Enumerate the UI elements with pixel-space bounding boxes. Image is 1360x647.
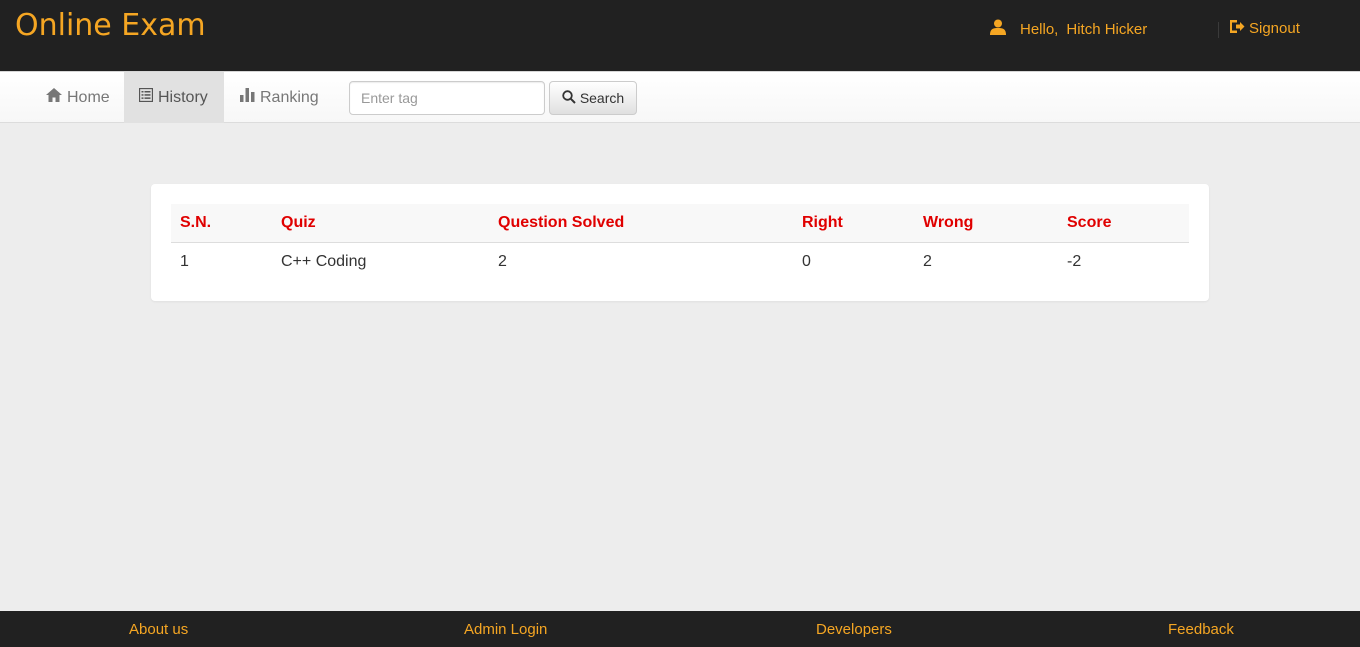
table-row: 1 C++ Coding 2 0 2 -2 [171,242,1189,281]
nav-ranking[interactable]: Ranking [225,72,334,123]
footer-link-developers[interactable]: Developers [816,621,892,638]
header-divider [1218,22,1219,38]
logout-icon [1229,19,1245,38]
list-icon [138,87,154,107]
search-button[interactable]: Search [549,81,637,115]
column-header-quiz: Quiz [272,204,489,243]
column-header-wrong: Wrong [914,204,1058,243]
top-header: Online Exam Hello, Hitch Hicker Signout [0,0,1360,71]
signout-label: Signout [1249,20,1300,37]
navigation-bar: Home History Ranking Search [0,71,1360,123]
greeting-text: Hello, [1020,20,1059,38]
history-table: S.N. Quiz Question Solved Right Wrong Sc… [171,204,1189,281]
nav-ranking-label: Ranking [260,88,319,106]
footer-link-admin-login[interactable]: Admin Login [464,621,547,638]
cell-quiz: C++ Coding [281,252,367,270]
signout-link[interactable]: Signout [1229,19,1300,38]
cell-wrong: 2 [923,252,932,270]
search-icon [562,89,576,107]
brand-logo[interactable]: Online Exam [15,8,206,43]
cell-sn: 1 [180,252,189,270]
cell-question-solved: 2 [498,252,507,270]
nav-history[interactable]: History [124,72,224,123]
user-greeting: Hello, Hitch Hicker [990,19,1147,39]
column-header-question-solved: Question Solved [489,204,793,243]
nav-history-label: History [158,88,208,106]
nav-home[interactable]: Home [31,72,125,123]
column-header-score: Score [1058,204,1189,243]
cell-right: 0 [802,252,811,270]
bar-chart-icon [240,88,255,107]
footer-link-feedback[interactable]: Feedback [1168,621,1234,638]
tag-search-input[interactable] [349,81,545,115]
history-panel: S.N. Quiz Question Solved Right Wrong Sc… [151,184,1209,301]
table-header-row: S.N. Quiz Question Solved Right Wrong Sc… [171,204,1189,243]
column-header-sn: S.N. [171,204,272,243]
nav-home-label: Home [67,88,110,106]
user-name[interactable]: Hitch Hicker [1066,21,1147,38]
search-button-label: Search [579,90,625,106]
home-icon [46,88,62,107]
user-icon [990,19,1006,39]
column-header-right: Right [793,204,914,243]
cell-score: -2 [1067,252,1082,270]
footer: About us Admin Login Developers Feedback [0,611,1360,647]
footer-link-about-us[interactable]: About us [129,621,188,638]
